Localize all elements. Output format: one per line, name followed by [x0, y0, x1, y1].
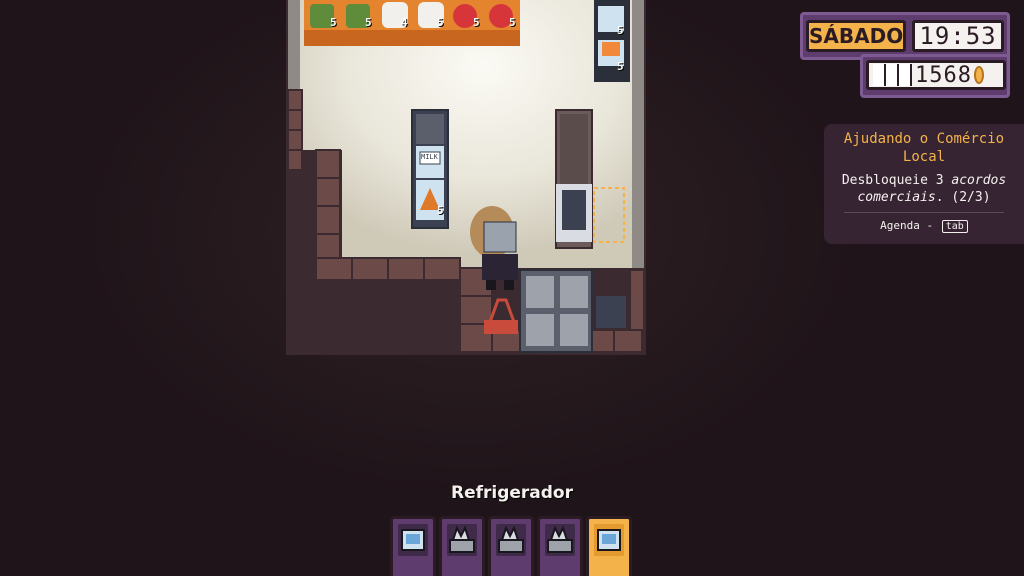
hotbar-slot[interactable] [390, 516, 436, 576]
right-rack [594, 0, 630, 82]
hotbar-slot[interactable] [488, 516, 534, 576]
agenda-hint[interactable]: Agenda - tab [834, 219, 1014, 233]
hotbar-slot-selected[interactable] [586, 516, 632, 576]
time-display: 19:53 [912, 20, 1004, 52]
rack-count: 5 [617, 60, 624, 73]
shelf-count: 5 [330, 16, 337, 29]
milk-label: MILK [421, 153, 438, 161]
quest-desc-suffix: . (2/3) [935, 190, 991, 205]
shelf-count: 5 [473, 16, 480, 29]
coin-icon [973, 66, 984, 84]
right-wall-trim [632, 0, 644, 268]
checkout-icon [496, 524, 526, 556]
checkout-icon [447, 524, 477, 556]
quest-title: Ajudando o Comércio Local [843, 131, 1005, 165]
hotbar-slot[interactable] [537, 516, 583, 576]
shelf-count: 5 [509, 16, 516, 29]
shelf-count: 4 [401, 16, 408, 29]
quest-divider [844, 212, 1004, 213]
rack-count: 5 [437, 204, 444, 217]
money-empty-cell [899, 64, 912, 86]
money-display: 1568 [866, 60, 1006, 90]
day-display: SÁBADO [806, 20, 906, 52]
checkout-icon [545, 524, 575, 556]
checkout-counter [555, 109, 593, 249]
quest-description: Desbloqueie 3 acordos comerciais. (2/3) [834, 172, 1014, 206]
money-value: 1568 [915, 62, 972, 88]
quest-desc-prefix: Desbloqueie 3 [841, 173, 952, 188]
money-empty-cell [873, 64, 886, 86]
rack-count: 5 [617, 24, 624, 37]
shelf-count: 5 [437, 16, 444, 29]
refrigerator-icon [594, 524, 624, 556]
agenda-label: Agenda - [880, 219, 934, 232]
refrigerator-icon [398, 524, 428, 556]
quest-panel[interactable]: Ajudando o Comércio Local Desbloqueie 3 … [824, 124, 1024, 244]
money-empty-cell [886, 64, 899, 86]
shelf-count: 5 [365, 16, 372, 29]
tab-key-hint: tab [941, 220, 968, 233]
selected-item-label: Refrigerador [450, 483, 573, 503]
hotbar-slot[interactable] [439, 516, 485, 576]
hotbar [390, 516, 632, 576]
